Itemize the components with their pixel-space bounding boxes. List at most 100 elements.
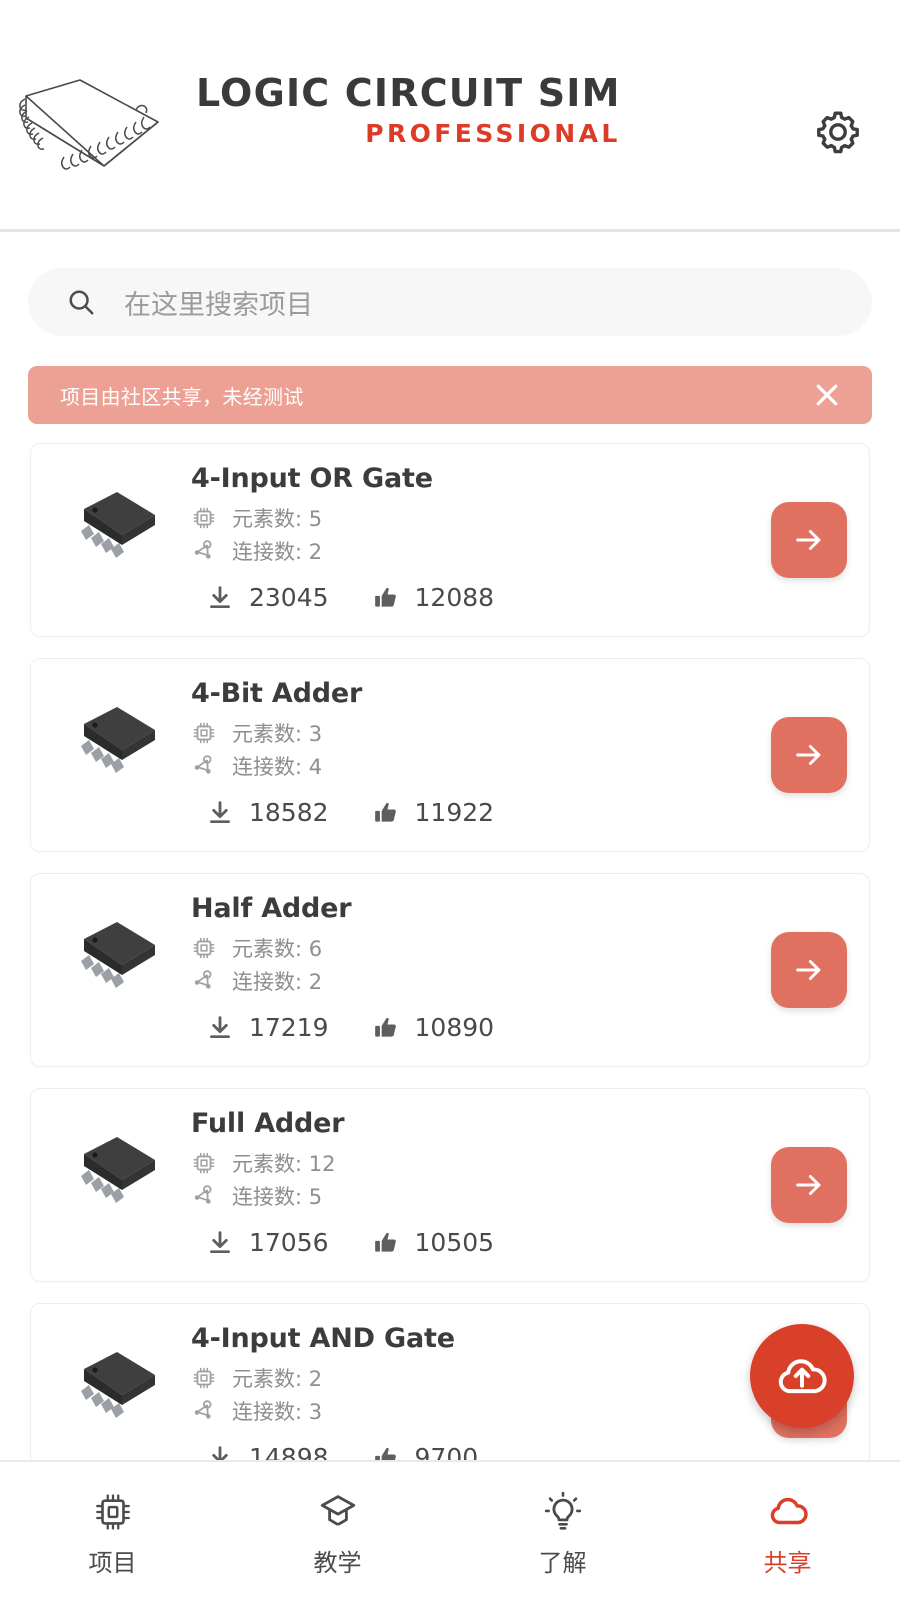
elements-count: 元素数: 6 [232,937,323,961]
logo-text-block: LOGIC CIRCUIT SIM PROFESSIONAL [196,62,621,146]
connections-meta: 连接数: 3 [191,1396,739,1426]
node-graph-icon [194,540,212,559]
likes-stat: 10505 [373,1228,494,1257]
downloads-value: 18582 [249,798,329,827]
gear-icon[interactable] [814,108,862,156]
likes-value: 10890 [414,1013,495,1042]
project-title: Full Adder [191,1108,345,1139]
cloud-upload-icon [778,1359,827,1394]
node-graph-icon [194,970,212,989]
elements-count: 元素数: 5 [232,507,323,531]
project-stats: 17219 10890 [207,1013,739,1042]
search-placeholder-text: 在这里搜索项目 [124,289,313,321]
project-info: Full Adder 元素数: 12 连接数: 5 17056 10505 [191,1108,739,1257]
likes-stat: 10890 [373,1013,495,1042]
project-card[interactable]: 4-Input AND Gate 元素数: 2 连接数: 3 14898 970… [30,1303,870,1465]
arrow-right-icon [796,530,821,550]
node-graph-icon [194,1400,212,1419]
app-header: LOGIC CIRCUIT SIM PROFESSIONAL [0,0,900,232]
ic-chip-icon [81,922,155,988]
project-title: Half Adder [191,893,352,924]
nav-label-learn: 了解 [538,1548,587,1577]
project-info: 4-Input OR Gate 元素数: 5 连接数: 2 23045 1208… [191,463,739,612]
search-input[interactable]: 在这里搜索项目 [28,268,872,336]
arrow-right-icon [796,745,821,765]
downloads-stat: 18582 [207,798,329,827]
thumbs-up-icon [374,587,396,607]
open-project-button[interactable] [771,1147,847,1223]
nav-item-tutorials[interactable]: 教学 [225,1462,450,1600]
app-root: LOGIC CIRCUIT SIM PROFESSIONAL 在这里搜索项目 项… [0,0,900,1600]
close-icon[interactable] [810,378,844,412]
connections-count: 连接数: 2 [232,540,323,564]
elements-meta: 元素数: 12 [191,1148,739,1178]
project-title: 4-Input AND Gate [191,1323,455,1354]
project-stats: 23045 12088 [207,583,739,612]
project-info: 4-Input AND Gate 元素数: 2 连接数: 3 14898 970… [191,1323,739,1465]
connections-count: 连接数: 3 [232,1400,323,1424]
logo-subtitle: PROFESSIONAL [365,119,621,148]
upload-project-fab[interactable] [750,1324,854,1428]
elements-count: 元素数: 12 [232,1152,336,1176]
download-icon [210,1230,230,1253]
likes-stat: 12088 [373,583,494,612]
connections-count: 连接数: 5 [232,1185,323,1209]
ic-chip-icon [81,492,155,558]
banner-message: 项目由社区共享，未经测试 [60,384,304,409]
nav-label-tutorials: 教学 [313,1548,362,1577]
project-card[interactable]: Half Adder 元素数: 6 连接数: 2 17219 10890 [30,873,870,1067]
community-notice-banner: 项目由社区共享，未经测试 [28,366,872,424]
thumbs-up-icon [374,1017,396,1037]
graduation-cap-icon [320,1494,355,1526]
elements-count: 元素数: 3 [232,722,323,746]
nav-item-learn[interactable]: 了解 [450,1462,675,1600]
project-card[interactable]: 4-Bit Adder 元素数: 3 连接数: 4 18582 11922 [30,658,870,852]
elements-meta: 元素数: 3 [191,718,739,748]
connections-meta: 连接数: 4 [191,751,739,781]
lightbulb-icon [544,1491,581,1530]
downloads-value: 17219 [249,1013,329,1042]
likes-stat: 11922 [373,798,494,827]
project-card[interactable]: 4-Input OR Gate 元素数: 5 连接数: 2 23045 1208… [30,443,870,637]
project-stats: 17056 10505 [207,1228,739,1257]
arrow-right-icon [796,1175,821,1195]
project-stats: 18582 11922 [207,798,739,827]
elements-meta: 元素数: 2 [191,1363,739,1393]
download-icon [210,1015,230,1038]
ic-chip-icon [81,707,155,773]
microchip-icon [193,937,215,959]
downloads-stat: 23045 [207,583,329,612]
project-list[interactable]: 4-Input OR Gate 元素数: 5 连接数: 2 23045 1208… [30,443,870,1465]
project-info: Half Adder 元素数: 6 连接数: 2 17219 10890 [191,893,739,1042]
microchip-icon [193,722,215,744]
project-card[interactable]: Full Adder 元素数: 12 连接数: 5 17056 10505 [30,1088,870,1282]
connections-meta: 连接数: 2 [191,966,739,996]
microchip-icon [95,1493,130,1530]
connections-meta: 连接数: 2 [191,536,739,566]
app-logo: LOGIC CIRCUIT SIM PROFESSIONAL [18,62,621,186]
arrow-right-icon [796,960,821,980]
connections-count: 连接数: 4 [232,755,323,779]
nav-label-projects: 项目 [88,1548,137,1577]
thumbs-up-icon [374,1232,396,1252]
connections-meta: 连接数: 5 [191,1181,739,1211]
node-graph-icon [194,1185,212,1204]
nav-item-projects[interactable]: 项目 [0,1462,225,1600]
chip-logo-icon [19,79,159,170]
ic-chip-icon [81,1352,155,1418]
microchip-icon [193,1367,215,1389]
download-icon [210,800,230,823]
thumbs-up-icon [374,802,396,822]
cloud-icon [770,1497,808,1524]
downloads-stat: 17056 [207,1228,329,1257]
logo-title: LOGIC CIRCUIT SIM [196,71,621,115]
nav-item-shared[interactable]: 共享 [675,1462,900,1600]
bottom-navigation: 项目 教学 了解 共享 [0,1460,900,1600]
elements-meta: 元素数: 6 [191,933,739,963]
ic-chip-icon [81,1137,155,1203]
download-icon [210,585,230,608]
open-project-button[interactable] [771,932,847,1008]
open-project-button[interactable] [771,502,847,578]
microchip-icon [193,1152,215,1174]
open-project-button[interactable] [771,717,847,793]
